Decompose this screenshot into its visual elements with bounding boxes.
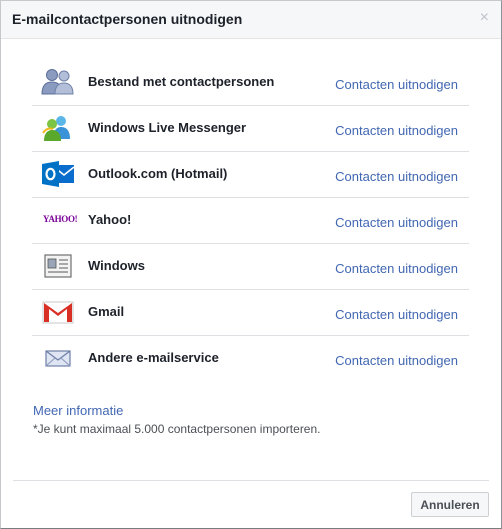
windows-live-messenger-icon: [41, 113, 75, 143]
provider-name: Andere e-mailservice: [88, 350, 219, 365]
envelope-icon: [41, 343, 75, 373]
contacts-file-icon: [41, 67, 75, 97]
import-limit-note: *Je kunt maximaal 5.000 contactpersonen …: [33, 422, 321, 436]
close-icon[interactable]: ×: [480, 10, 489, 26]
provider-name: Windows: [88, 258, 145, 273]
dialog-title: E-mailcontactpersonen uitnodigen: [12, 11, 243, 27]
cancel-button[interactable]: Annuleren: [411, 492, 489, 517]
dialog-header: E-mailcontactpersonen uitnodigen ×: [1, 1, 501, 39]
invite-contacts-link[interactable]: Contacten uitnodigen: [335, 261, 458, 276]
invite-contacts-link[interactable]: Contacten uitnodigen: [335, 215, 458, 230]
provider-name: Yahoo!: [88, 212, 132, 227]
provider-name: Gmail: [88, 304, 125, 319]
provider-row-other-email: Andere e-mailservice Contacten uitnodige…: [32, 336, 469, 381]
footer-divider: [13, 480, 489, 481]
provider-row-windows: Windows Contacten uitnodigen: [32, 244, 469, 290]
provider-row-yahoo: YAHOO! Yahoo! Contacten uitnodigen: [32, 198, 469, 244]
provider-row-outlook: Outlook.com (Hotmail) Contacten uitnodig…: [32, 152, 469, 198]
invite-contacts-link[interactable]: Contacten uitnodigen: [335, 307, 458, 322]
provider-name: Outlook.com (Hotmail): [88, 166, 228, 181]
windows-address-book-icon: [41, 251, 75, 281]
provider-row-windows-live-messenger: Windows Live Messenger Contacten uitnodi…: [32, 106, 469, 152]
provider-row-gmail: Gmail Contacten uitnodigen: [32, 290, 469, 336]
provider-name: Bestand met contactpersonen: [88, 74, 275, 89]
yahoo-logo-text: YAHOO!: [43, 214, 78, 224]
more-info-link[interactable]: Meer informatie: [33, 403, 123, 418]
invite-email-contacts-dialog: E-mailcontactpersonen uitnodigen × Besta…: [0, 0, 502, 529]
invite-contacts-link[interactable]: Contacten uitnodigen: [335, 353, 458, 368]
invite-contacts-link[interactable]: Contacten uitnodigen: [335, 123, 458, 138]
provider-row-contacts-file: Bestand met contactpersonen Contacten ui…: [32, 60, 469, 106]
provider-list: Bestand met contactpersonen Contacten ui…: [32, 60, 469, 381]
yahoo-icon: YAHOO!: [41, 205, 78, 235]
invite-contacts-link[interactable]: Contacten uitnodigen: [335, 77, 458, 92]
gmail-icon: [41, 297, 75, 327]
provider-name: Windows Live Messenger: [88, 120, 247, 135]
invite-contacts-link[interactable]: Contacten uitnodigen: [335, 169, 458, 184]
outlook-icon: [41, 159, 75, 189]
